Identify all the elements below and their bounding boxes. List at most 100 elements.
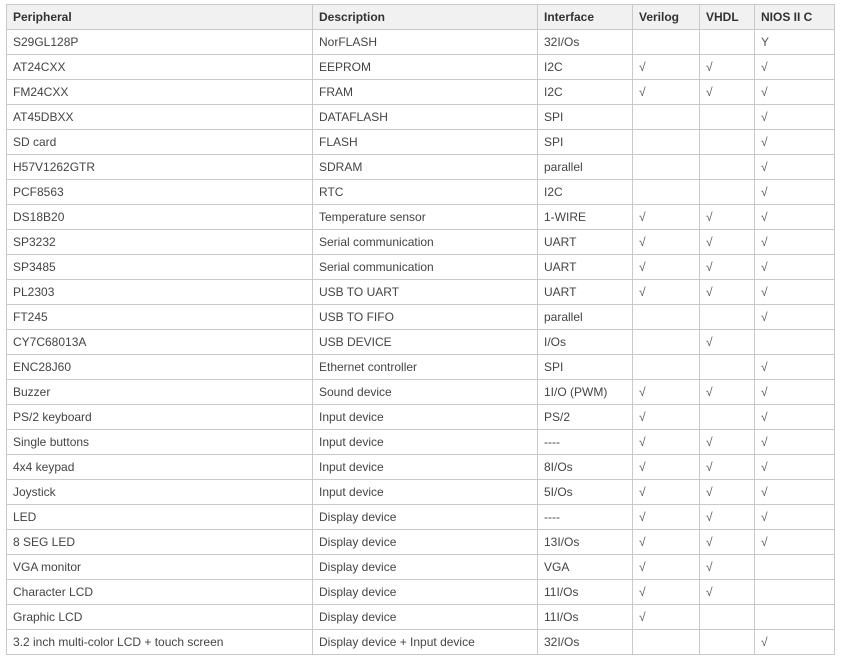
cell-vhdl [699, 104, 755, 130]
table-row: SD card FLASH SPI √ [6, 129, 835, 155]
cell-peripheral: CY7C68013A [6, 329, 313, 355]
table-row: SP3485 Serial communication UART √ √ √ [6, 254, 835, 280]
header-peripheral: Peripheral [6, 4, 313, 30]
cell-peripheral: Single buttons [6, 429, 313, 455]
cell-vhdl [699, 154, 755, 180]
cell-verilog: √ [632, 604, 700, 630]
table-row: PS/2 keyboard Input device PS/2 √ √ [6, 404, 835, 430]
cell-nios-ii-c: Y [754, 29, 835, 55]
cell-verilog: √ [632, 229, 700, 255]
table-row: Graphic LCD Display device 11I/Os √ [6, 604, 835, 630]
cell-interface: parallel [537, 154, 633, 180]
cell-nios-ii-c [754, 604, 835, 630]
table-header: Peripheral Description Interface Verilog… [6, 4, 835, 30]
cell-verilog: √ [632, 504, 700, 530]
table-body: S29GL128P NorFLASH 32I/Os Y AT24CXX EEPROM I2C… [6, 29, 835, 655]
cell-nios-ii-c [754, 579, 835, 605]
cell-nios-ii-c: √ [754, 204, 835, 230]
cell-interface: 1-WIRE [537, 204, 633, 230]
cell-peripheral: SD card [6, 129, 313, 155]
cell-verilog: √ [632, 54, 700, 80]
cell-description: Display device + Input device [312, 629, 538, 655]
table-row: 4x4 keypad Input device 8I/Os √ √ √ [6, 454, 835, 480]
cell-interface: parallel [537, 304, 633, 330]
cell-description: Display device [312, 604, 538, 630]
cell-vhdl: √ [699, 479, 755, 505]
cell-interface: I2C [537, 79, 633, 105]
cell-description: RTC [312, 179, 538, 205]
cell-nios-ii-c: √ [754, 229, 835, 255]
table-row: LED Display device ---- √ √ √ [6, 504, 835, 530]
table-row: VGA monitor Display device VGA √ √ [6, 554, 835, 580]
cell-verilog: √ [632, 479, 700, 505]
cell-nios-ii-c: √ [754, 179, 835, 205]
cell-verilog: √ [632, 254, 700, 280]
cell-verilog [632, 179, 700, 205]
cell-nios-ii-c [754, 329, 835, 355]
cell-nios-ii-c: √ [754, 454, 835, 480]
cell-vhdl [699, 604, 755, 630]
cell-peripheral: FT245 [6, 304, 313, 330]
cell-description: SDRAM [312, 154, 538, 180]
cell-interface: 5I/Os [537, 479, 633, 505]
cell-vhdl: √ [699, 254, 755, 280]
cell-vhdl: √ [699, 579, 755, 605]
table-row: 8 SEG LED Display device 13I/Os √ √ √ [6, 529, 835, 555]
cell-vhdl: √ [699, 279, 755, 305]
cell-vhdl [699, 29, 755, 55]
table-row: Character LCD Display device 11I/Os √ √ [6, 579, 835, 605]
cell-description: Display device [312, 579, 538, 605]
cell-nios-ii-c: √ [754, 104, 835, 130]
cell-peripheral: LED [6, 504, 313, 530]
cell-peripheral: 4x4 keypad [6, 454, 313, 480]
cell-verilog [632, 629, 700, 655]
cell-description: Display device [312, 554, 538, 580]
cell-vhdl: √ [699, 79, 755, 105]
cell-description: FLASH [312, 129, 538, 155]
cell-description: Input device [312, 404, 538, 430]
cell-interface: SPI [537, 104, 633, 130]
cell-description: NorFLASH [312, 29, 538, 55]
peripheral-table-container: Peripheral Description Interface Verilog… [6, 4, 835, 655]
header-description: Description [312, 4, 538, 30]
cell-peripheral: Graphic LCD [6, 604, 313, 630]
cell-interface: 8I/Os [537, 454, 633, 480]
table-row: Single buttons Input device ---- √ √ √ [6, 429, 835, 455]
cell-peripheral: SP3232 [6, 229, 313, 255]
cell-verilog [632, 304, 700, 330]
cell-verilog: √ [632, 429, 700, 455]
cell-nios-ii-c: √ [754, 304, 835, 330]
cell-description: Ethernet controller [312, 354, 538, 380]
cell-nios-ii-c: √ [754, 504, 835, 530]
header-verilog: Verilog [632, 4, 700, 30]
cell-description: Input device [312, 479, 538, 505]
cell-interface: 1I/O (PWM) [537, 379, 633, 405]
cell-description: Serial communication [312, 254, 538, 280]
cell-vhdl [699, 304, 755, 330]
cell-interface: ---- [537, 504, 633, 530]
cell-description: Input device [312, 454, 538, 480]
cell-vhdl: √ [699, 554, 755, 580]
cell-verilog: √ [632, 579, 700, 605]
cell-verilog: √ [632, 79, 700, 105]
cell-peripheral: DS18B20 [6, 204, 313, 230]
cell-vhdl [699, 629, 755, 655]
cell-nios-ii-c: √ [754, 279, 835, 305]
cell-interface: I2C [537, 179, 633, 205]
header-nios-ii-c: NIOS II C [754, 4, 835, 30]
cell-nios-ii-c: √ [754, 54, 835, 80]
table-row: DS18B20 Temperature sensor 1-WIRE √ √ √ [6, 204, 835, 230]
cell-description: Display device [312, 529, 538, 555]
cell-description: USB TO FIFO [312, 304, 538, 330]
cell-description: Input device [312, 429, 538, 455]
cell-nios-ii-c: √ [754, 79, 835, 105]
cell-nios-ii-c: √ [754, 404, 835, 430]
cell-interface: UART [537, 279, 633, 305]
cell-interface: UART [537, 229, 633, 255]
cell-vhdl: √ [699, 204, 755, 230]
cell-peripheral: PL2303 [6, 279, 313, 305]
table-row: S29GL128P NorFLASH 32I/Os Y [6, 29, 835, 55]
cell-peripheral: PCF8563 [6, 179, 313, 205]
cell-verilog [632, 29, 700, 55]
table-row: SP3232 Serial communication UART √ √ √ [6, 229, 835, 255]
